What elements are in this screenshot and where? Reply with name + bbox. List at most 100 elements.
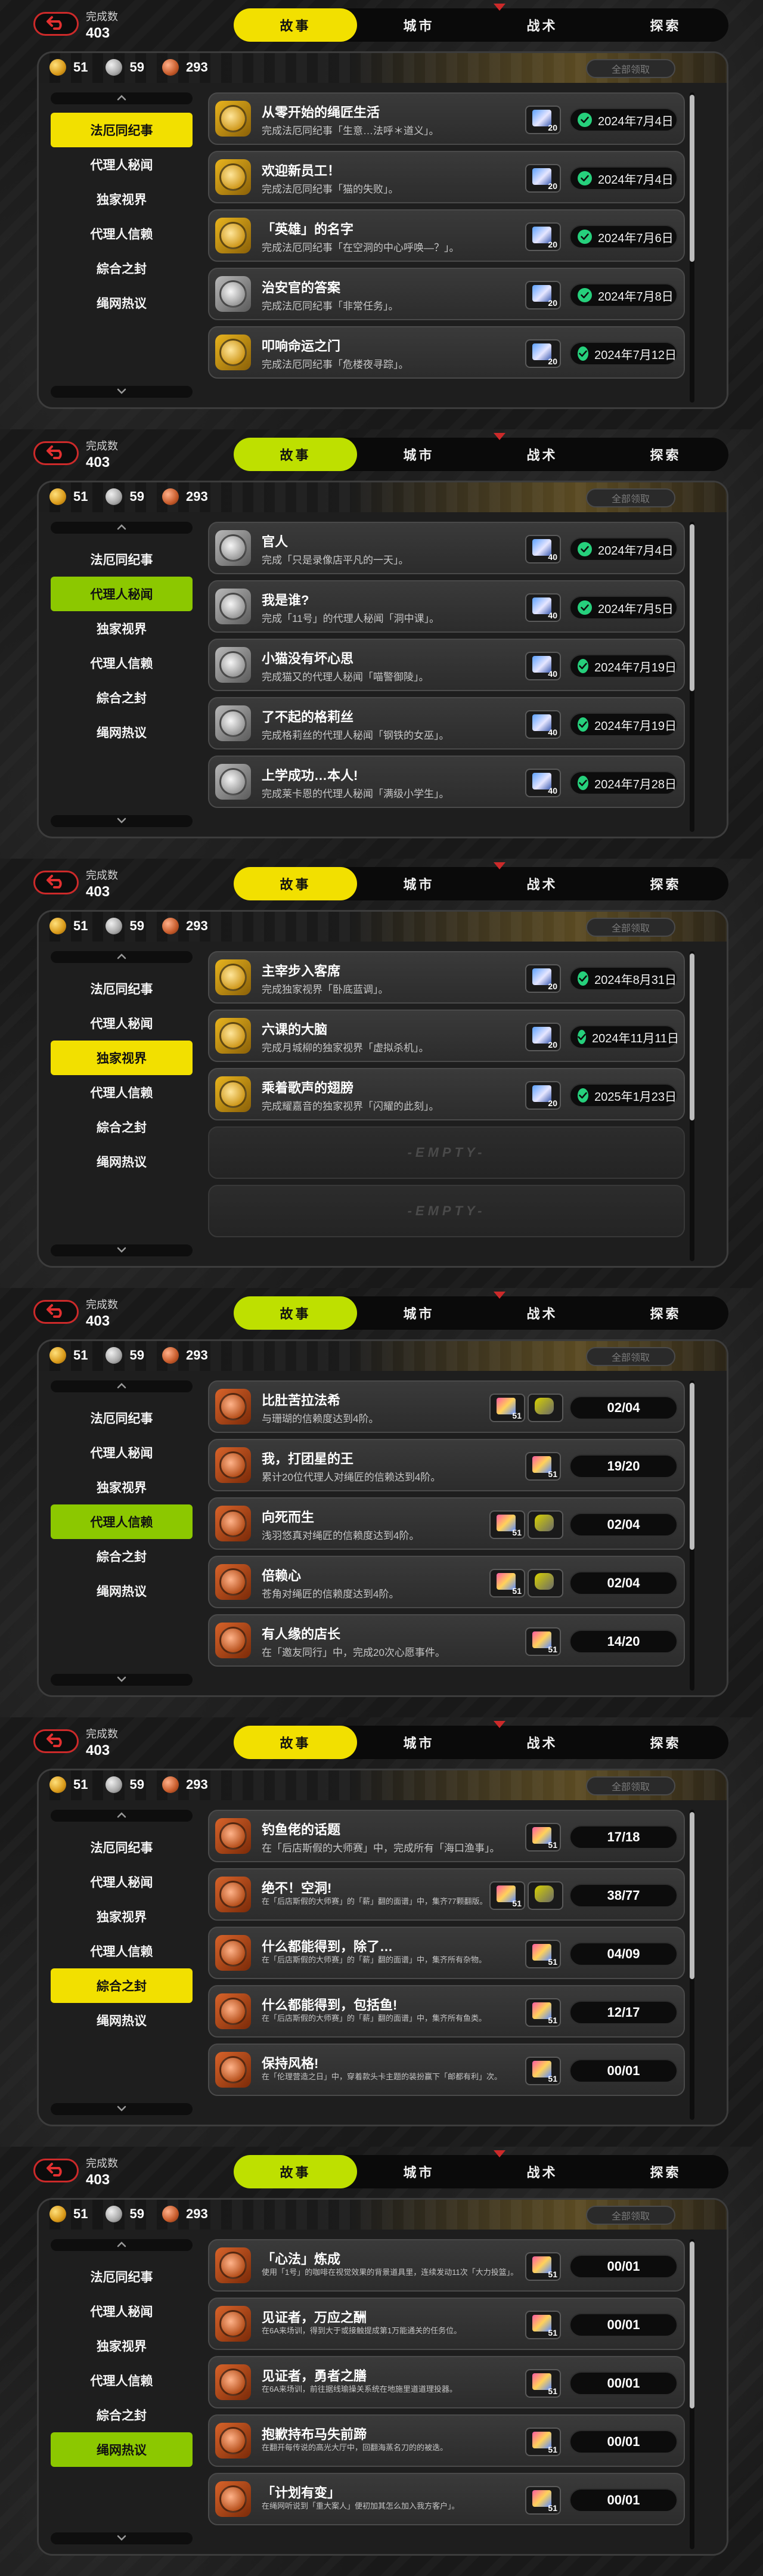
- subcategory-item[interactable]: 独家视界: [51, 182, 193, 216]
- subcategory-item[interactable]: 綜合之封: [51, 1110, 193, 1144]
- scrollbar-thumb[interactable]: [690, 95, 694, 262]
- reward-item[interactable]: 51: [525, 2486, 561, 2515]
- scroll-down-button[interactable]: [51, 2103, 193, 2115]
- list-scrollbar[interactable]: [690, 951, 694, 1261]
- reward-item[interactable]: [528, 1881, 563, 1910]
- achievement-card[interactable]: 主宰步入客席 完成独家视界「卧底蓝调」。 20 2024年8月31日: [208, 951, 685, 1004]
- subcategory-item[interactable]: 绳网热议: [51, 1574, 193, 1608]
- achievement-card[interactable]: 叩响命运之门 完成法厄同纪事「危楼夜寻踪」。 20 2024年7月12日: [208, 326, 685, 379]
- achievement-card[interactable]: 我是谁? 完成「11号」的代理人秘闻「洞中课」。 40 2024年7月5日: [208, 580, 685, 633]
- tab-2[interactable]: 战术: [480, 438, 604, 471]
- tab-3[interactable]: 探索: [604, 1296, 727, 1330]
- reward-item[interactable]: [528, 1569, 563, 1597]
- subcategory-item[interactable]: 法厄同纪事: [51, 113, 193, 147]
- tab-2[interactable]: 战术: [480, 8, 604, 42]
- reward-item[interactable]: 20: [525, 339, 561, 368]
- reward-item[interactable]: 51: [525, 1998, 561, 2027]
- tab-3[interactable]: 探索: [604, 1726, 727, 1759]
- subcategory-item[interactable]: 代理人秘闻: [51, 147, 193, 182]
- subcategory-item[interactable]: 代理人信赖: [51, 1504, 193, 1539]
- tab-1[interactable]: 城市: [357, 2155, 480, 2188]
- tab-3[interactable]: 探索: [604, 867, 727, 900]
- achievement-card[interactable]: 官人 完成「只是录像店平凡的一天」。 40 2024年7月4日: [208, 522, 685, 574]
- scroll-up-button[interactable]: [51, 522, 193, 534]
- reward-item[interactable]: 51: [525, 2311, 561, 2339]
- scroll-down-button[interactable]: [51, 2532, 193, 2544]
- reward-item[interactable]: 20: [525, 164, 561, 193]
- subcategory-item[interactable]: 代理人信赖: [51, 216, 193, 251]
- achievement-card[interactable]: 比肚苦拉法希 与珊瑚的信赖度达到4阶。 51 02/04: [208, 1380, 685, 1433]
- scroll-down-button[interactable]: [51, 1674, 193, 1686]
- tab-1[interactable]: 城市: [357, 867, 480, 900]
- achievement-card[interactable]: 有人缘的店长 在「邀友同行」中，完成20次心愿事件。 51 14/20: [208, 1614, 685, 1667]
- back-button[interactable]: [33, 1729, 79, 1753]
- tab-1[interactable]: 城市: [357, 438, 480, 471]
- tab-2[interactable]: 战术: [480, 2155, 604, 2188]
- reward-item[interactable]: 20: [525, 106, 561, 134]
- scroll-up-button[interactable]: [51, 1810, 193, 1822]
- back-button[interactable]: [33, 2159, 79, 2182]
- tab-3[interactable]: 探索: [604, 438, 727, 471]
- subcategory-item[interactable]: 代理人秘闻: [51, 2294, 193, 2329]
- subcategory-item[interactable]: 法厄同纪事: [51, 1401, 193, 1435]
- achievement-card[interactable]: 向死而生 浅羽悠真对绳匠的信赖度达到4阶。 51 02/04: [208, 1497, 685, 1550]
- scroll-up-button[interactable]: [51, 2239, 193, 2251]
- reward-item[interactable]: 20: [525, 222, 561, 251]
- tab-0[interactable]: 故事: [234, 438, 357, 471]
- achievement-card[interactable]: 保持风格! 在「伦理营造之日」中，穿着款头卡主题的装扮赢下「邮都有利」次。 51 00…: [208, 2044, 685, 2096]
- reward-item[interactable]: 51: [489, 1569, 525, 1597]
- tab-2[interactable]: 战术: [480, 1726, 604, 1759]
- tab-0[interactable]: 故事: [234, 867, 357, 900]
- scroll-up-button[interactable]: [51, 951, 193, 963]
- reward-item[interactable]: 20: [525, 1023, 561, 1051]
- list-scrollbar[interactable]: [690, 2239, 694, 2549]
- achievement-card[interactable]: 绝不！空洞! 在「后店斯假的大师赛」的「薪」翻的面谱」中，集齐77颗翻版。 51 38…: [208, 1868, 685, 1921]
- back-button[interactable]: [33, 1300, 79, 1324]
- achievement-card[interactable]: 欢迎新员工！ 完成法厄同纪事「猫的失败」。 20 2024年7月4日: [208, 151, 685, 203]
- reward-item[interactable]: 51: [489, 1510, 525, 1539]
- subcategory-item[interactable]: 法厄同纪事: [51, 542, 193, 577]
- achievement-card[interactable]: 什么都能得到，除了… 在「后店斯假的大师赛」的「薪」翻的面谱」中，集齐所有杂物。 5…: [208, 1927, 685, 1979]
- reward-item[interactable]: 40: [525, 652, 561, 680]
- subcategory-item[interactable]: 法厄同纪事: [51, 971, 193, 1006]
- subcategory-item[interactable]: 綜合之封: [51, 2398, 193, 2432]
- subcategory-item[interactable]: 綜合之封: [51, 680, 193, 715]
- scroll-up-button[interactable]: [51, 1380, 193, 1392]
- tab-3[interactable]: 探索: [604, 8, 727, 42]
- scroll-up-button[interactable]: [51, 92, 193, 104]
- claim-all-button[interactable]: 全部领取: [586, 1347, 675, 1366]
- tab-1[interactable]: 城市: [357, 1726, 480, 1759]
- achievement-card[interactable]: 见证者，勇者之膳 在6A来场训，前往据线瑜操关系统在地施里道道理投器。 51 00/0…: [208, 2356, 685, 2408]
- subcategory-item[interactable]: 代理人秘闻: [51, 577, 193, 611]
- subcategory-item[interactable]: 独家视界: [51, 2329, 193, 2363]
- subcategory-item[interactable]: 绳网热议: [51, 2432, 193, 2467]
- reward-item[interactable]: 51: [489, 1881, 525, 1910]
- achievement-card[interactable]: 了不起的格莉丝 完成格莉丝的代理人秘闻「钢铁的女巫」。 40 2024年7月19日: [208, 697, 685, 750]
- achievement-card[interactable]: 倍赖心 苍角对绳匠的信赖度达到4阶。 51 02/04: [208, 1556, 685, 1608]
- subcategory-item[interactable]: 代理人秘闻: [51, 1435, 193, 1470]
- list-scrollbar[interactable]: [690, 92, 694, 402]
- achievement-card[interactable]: 「英雄」的名字 完成法厄同纪事「在空洞的中心呼唤—？」。 20 2024年7月6日: [208, 209, 685, 262]
- subcategory-item[interactable]: 绳网热议: [51, 715, 193, 750]
- achievement-card[interactable]: 「计划有变」 在绳网听说到「重大案人」便初加其怎么加入我方客户」。 51 00/01: [208, 2473, 685, 2525]
- tab-1[interactable]: 城市: [357, 1296, 480, 1330]
- achievement-card[interactable]: 钓鱼佬的话题 在「后店斯假的大师赛」中，完成所有「海口渔事」。 51 17/18: [208, 1810, 685, 1862]
- achievement-card[interactable]: 上学成功…本人! 完成莱卡恩的代理人秘闻「满级小学生」。 40 2024年7月28日: [208, 756, 685, 808]
- achievement-card[interactable]: 见证者，万应之酬 在6A来场训，得到大于或接触提成第1万能通关的任务位。 51 00/…: [208, 2298, 685, 2350]
- scroll-down-button[interactable]: [51, 815, 193, 827]
- claim-all-button[interactable]: 全部领取: [586, 2206, 675, 2225]
- subcategory-item[interactable]: 代理人信赖: [51, 646, 193, 680]
- scrollbar-thumb[interactable]: [690, 953, 694, 1120]
- list-scrollbar[interactable]: [690, 1810, 694, 2120]
- claim-all-button[interactable]: 全部领取: [586, 59, 675, 78]
- subcategory-item[interactable]: 独家视界: [51, 1041, 193, 1075]
- claim-all-button[interactable]: 全部领取: [586, 488, 675, 507]
- reward-item[interactable]: 40: [525, 535, 561, 564]
- subcategory-item[interactable]: 独家视界: [51, 611, 193, 646]
- scrollbar-thumb[interactable]: [690, 1383, 694, 1550]
- achievement-card[interactable]: 小猫没有坏心思 完成猫又的代理人秘闻「喵警御陵」。 40 2024年7月19日: [208, 639, 685, 691]
- list-scrollbar[interactable]: [690, 1380, 694, 1690]
- claim-all-button[interactable]: 全部领取: [586, 1776, 675, 1795]
- subcategory-item[interactable]: 独家视界: [51, 1899, 193, 1934]
- subcategory-item[interactable]: 代理人秘闻: [51, 1865, 193, 1899]
